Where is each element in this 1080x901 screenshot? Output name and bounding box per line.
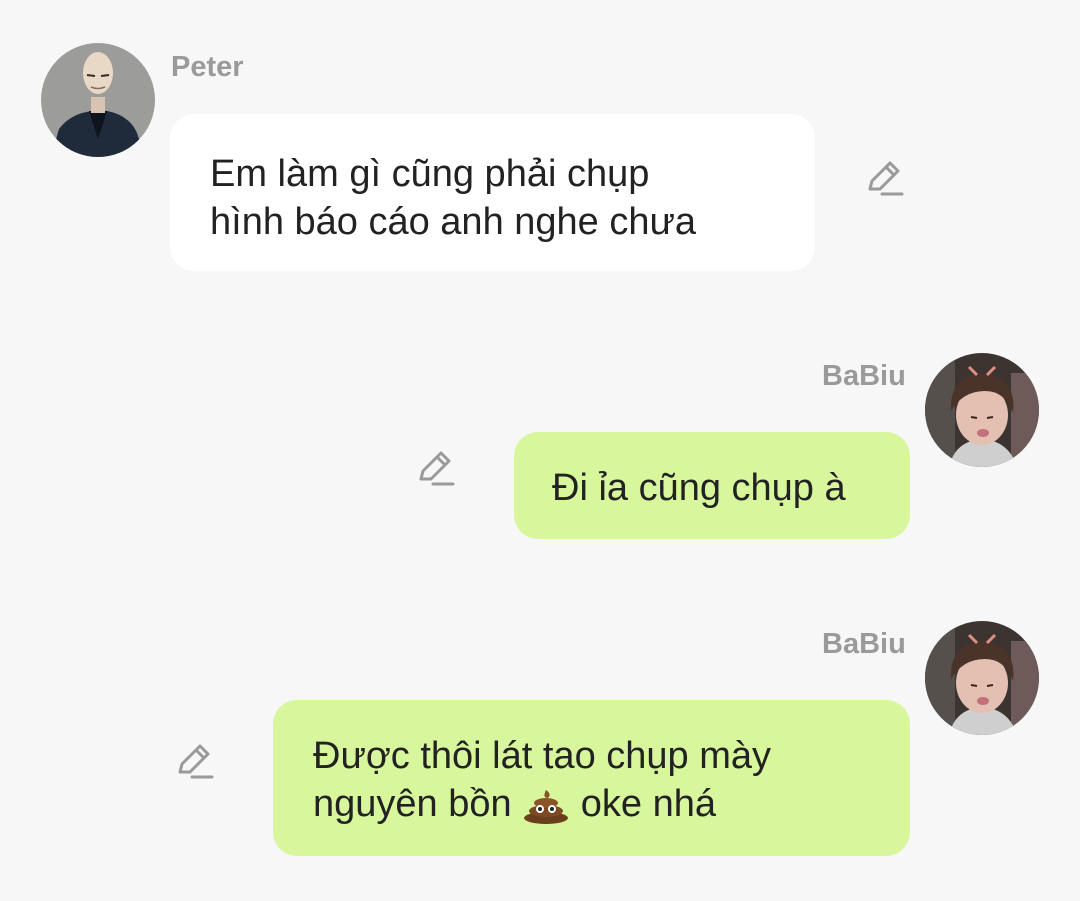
message-text-line: nguyên bồn oke nhá [313, 780, 910, 828]
avatar-babiu[interactable] [925, 621, 1039, 735]
pencil-edit-icon[interactable] [415, 449, 455, 489]
sender-name-babiu: BaBiu [822, 360, 906, 392]
pencil-edit-icon[interactable] [864, 159, 904, 199]
pencil-edit-icon[interactable] [174, 742, 214, 782]
avatar-peter[interactable] [41, 43, 155, 157]
message-text-line: Đi ỉa cũng chụp à [552, 467, 846, 509]
message-bubble-outgoing[interactable]: Được thôi lát tao chụp mày nguyên bồn ok… [273, 700, 910, 856]
message-bubble-outgoing[interactable]: Đi ỉa cũng chụp à [514, 432, 910, 539]
sender-name-peter: Peter [171, 51, 244, 83]
pile-of-poo-emoji-icon [522, 784, 570, 824]
message-text-segment: nguyên bồn [313, 783, 523, 825]
message-text-line: hình báo cáo anh nghe chưa [210, 201, 697, 243]
sender-name-babiu: BaBiu [822, 628, 906, 660]
message-text-line: Em làm gì cũng phải chụp [210, 153, 650, 195]
avatar-babiu[interactable] [925, 353, 1039, 467]
message-text-line: Được thôi lát tao chụp mày [313, 735, 772, 777]
message-text-segment: oke nhá [570, 783, 716, 825]
message-bubble-incoming[interactable]: Em làm gì cũng phải chụp hình báo cáo an… [170, 114, 815, 271]
